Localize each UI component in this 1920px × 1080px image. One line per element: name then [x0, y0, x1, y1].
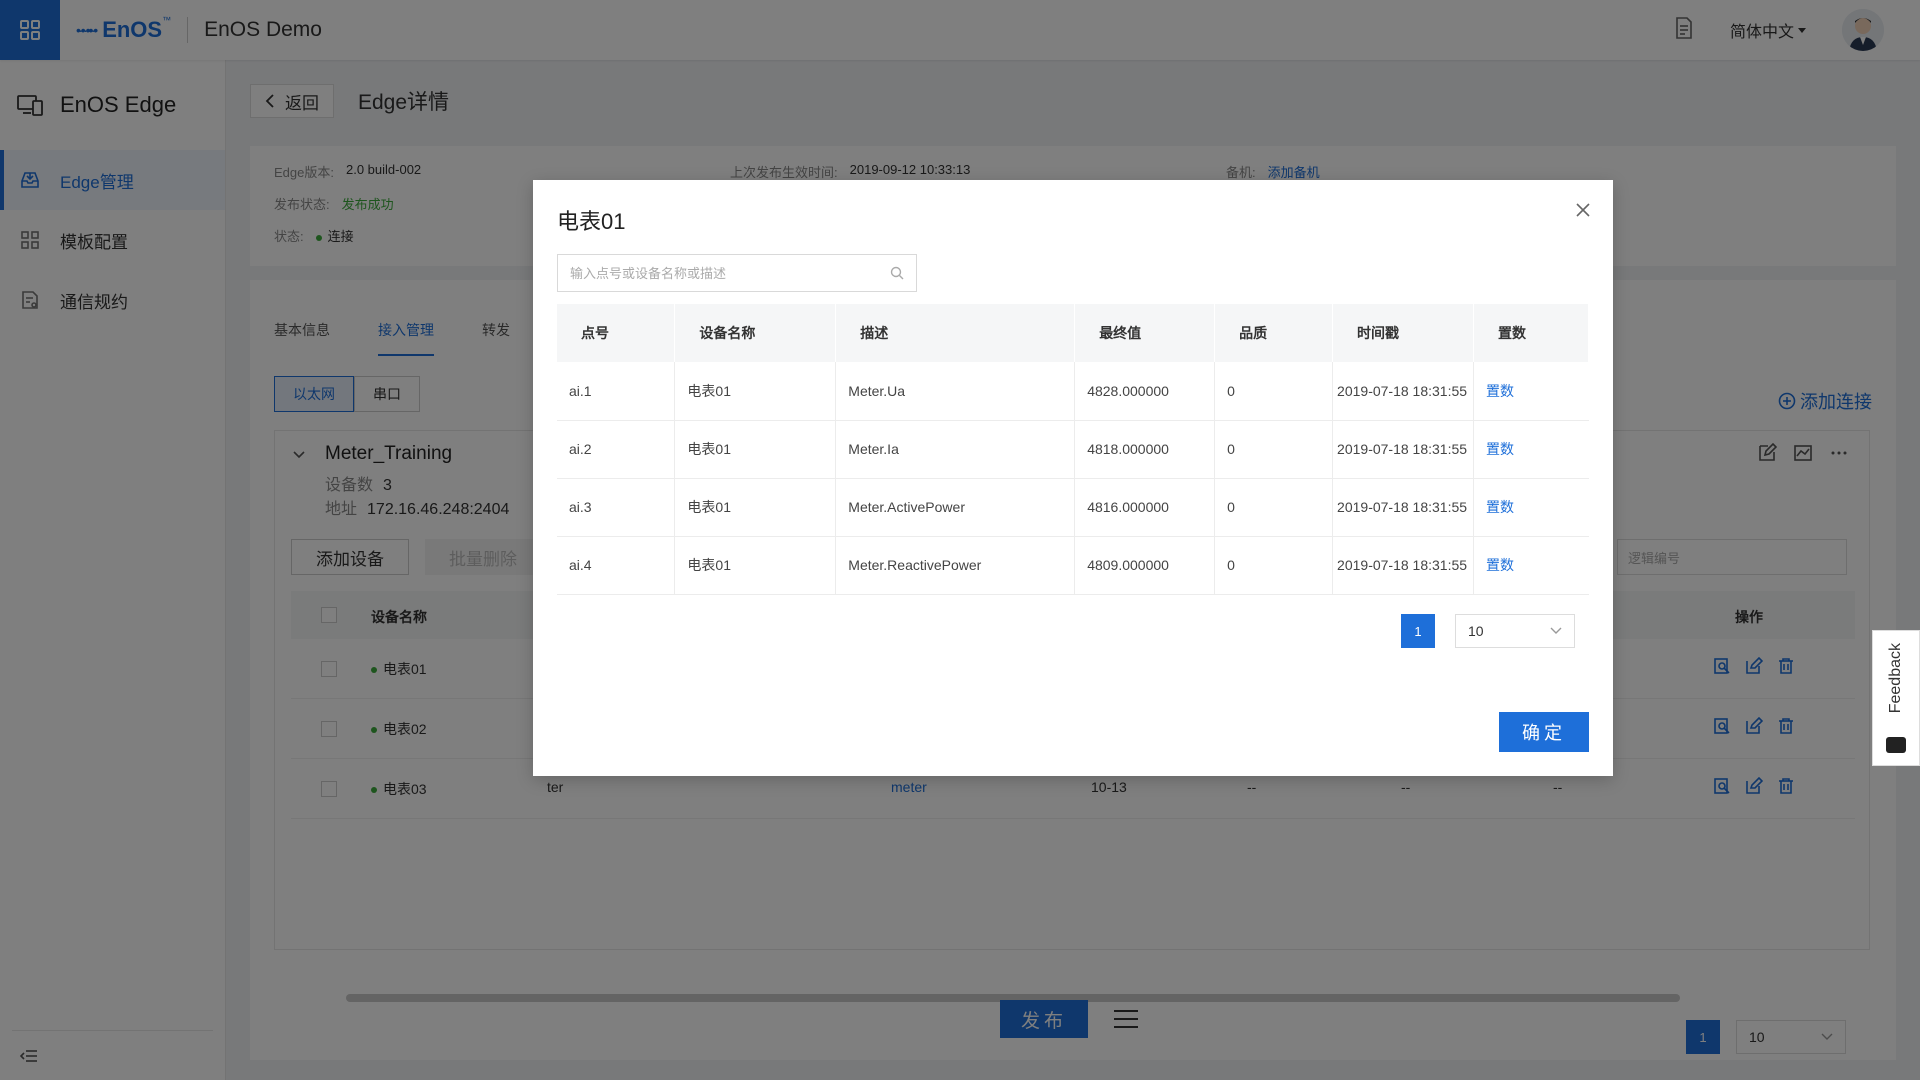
search-icon[interactable] [890, 266, 904, 280]
feedback-face-icon [1886, 737, 1906, 753]
device-cell: 电表01 [674, 478, 837, 537]
feedback-tab[interactable]: Feedback [1872, 630, 1920, 766]
set-value-link[interactable]: 置数 [1486, 383, 1514, 399]
timestamp-cell: 2019-07-18 18:31:55 [1332, 478, 1475, 537]
point-values-modal: 电表01 点号 设备名称 描述 最终值 品质 时间戳 置数 ai.1 电表01 [533, 180, 1613, 776]
modal-pagination: 1 10 [1401, 614, 1575, 648]
description-cell: Meter.Ua [835, 362, 1076, 421]
quality-cell: 0 [1214, 536, 1334, 595]
description-cell: Meter.ActivePower [835, 478, 1076, 537]
point-values-table: 点号 设备名称 描述 最终值 品质 时间戳 置数 ai.1 电表01 Meter… [557, 304, 1589, 595]
set-value-link[interactable]: 置数 [1486, 557, 1514, 573]
page-size-value: 10 [1468, 623, 1484, 639]
description-cell: Meter.Ia [835, 420, 1076, 479]
point-cell: ai.4 [557, 536, 676, 595]
set-value-cell: 置数 [1473, 536, 1589, 595]
point-search-field [557, 254, 917, 292]
quality-cell: 0 [1214, 362, 1334, 421]
chevron-down-icon [1550, 627, 1562, 634]
page-size-select[interactable]: 10 [1455, 614, 1575, 648]
modal-title: 电表01 [557, 209, 626, 234]
point-cell: ai.2 [557, 420, 676, 479]
column-quality: 品质 [1214, 304, 1334, 362]
column-device-name: 设备名称 [674, 304, 837, 362]
column-point: 点号 [557, 304, 676, 362]
quality-cell: 0 [1214, 420, 1334, 479]
table-row: ai.1 电表01 Meter.Ua 4828.000000 0 2019-07… [557, 362, 1589, 421]
set-value-link[interactable]: 置数 [1486, 441, 1514, 457]
table-row: ai.3 电表01 Meter.ActivePower 4816.000000 … [557, 478, 1589, 537]
confirm-button[interactable]: 确定 [1499, 712, 1589, 752]
column-final-value: 最终值 [1074, 304, 1216, 362]
close-icon[interactable] [1571, 198, 1595, 222]
device-cell: 电表01 [674, 420, 837, 479]
device-cell: 电表01 [674, 362, 837, 421]
value-cell: 4828.000000 [1074, 362, 1216, 421]
feedback-label: Feedback [1887, 643, 1904, 714]
set-value-cell: 置数 [1473, 478, 1589, 537]
column-set-value: 置数 [1473, 304, 1589, 362]
value-cell: 4809.000000 [1074, 536, 1216, 595]
quality-cell: 0 [1214, 478, 1334, 537]
table-row: ai.2 电表01 Meter.Ia 4818.000000 0 2019-07… [557, 420, 1589, 479]
timestamp-cell: 2019-07-18 18:31:55 [1332, 420, 1475, 479]
value-cell: 4818.000000 [1074, 420, 1216, 479]
set-value-cell: 置数 [1473, 362, 1589, 421]
value-cell: 4816.000000 [1074, 478, 1216, 537]
point-cell: ai.3 [557, 478, 676, 537]
point-search-input[interactable] [570, 265, 890, 281]
table-row: ai.4 电表01 Meter.ReactivePower 4809.00000… [557, 536, 1589, 595]
device-cell: 电表01 [674, 536, 837, 595]
point-cell: ai.1 [557, 362, 676, 421]
page-number-button[interactable]: 1 [1401, 614, 1435, 648]
table-header-row: 点号 设备名称 描述 最终值 品质 时间戳 置数 [557, 304, 1589, 362]
timestamp-cell: 2019-07-18 18:31:55 [1332, 362, 1475, 421]
column-timestamp: 时间戳 [1332, 304, 1475, 362]
set-value-cell: 置数 [1473, 420, 1589, 479]
description-cell: Meter.ReactivePower [835, 536, 1076, 595]
timestamp-cell: 2019-07-18 18:31:55 [1332, 536, 1475, 595]
column-description: 描述 [835, 304, 1076, 362]
set-value-link[interactable]: 置数 [1486, 499, 1514, 515]
